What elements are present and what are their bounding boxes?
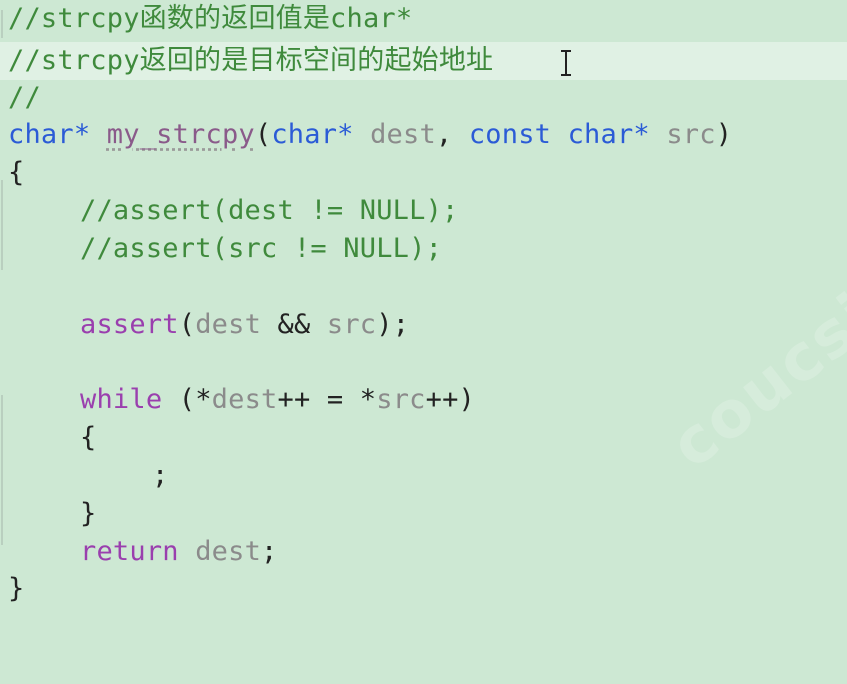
function-call: assert bbox=[80, 309, 179, 340]
close-paren: ) bbox=[715, 119, 733, 150]
close-brace: } bbox=[80, 498, 97, 529]
while-keyword: while bbox=[80, 384, 163, 415]
param-type: char* bbox=[271, 119, 354, 150]
code-line-7[interactable]: //assert(src != NULL); bbox=[0, 230, 442, 268]
open-brace: { bbox=[80, 422, 97, 453]
watermark: coucsio bbox=[657, 250, 847, 484]
code-line-6[interactable]: //assert(dest != NULL); bbox=[0, 192, 458, 230]
close-paren: ); bbox=[376, 309, 410, 340]
code-line-2-current[interactable]: //strcpy返回的是目标空间的起始地址 bbox=[0, 42, 847, 80]
while-statement: while (*dest++ = *src++) bbox=[80, 381, 475, 419]
code-line-15[interactable]: return dest; bbox=[0, 533, 277, 571]
code-line-14[interactable]: } bbox=[0, 495, 96, 533]
open-brace: { bbox=[8, 157, 25, 188]
comment: //strcpy返回的是目标空间的起始地址 bbox=[8, 45, 494, 76]
close-brace: } bbox=[8, 573, 25, 604]
return-statement: return dest; bbox=[80, 533, 278, 571]
function-name[interactable]: my_strcpy bbox=[107, 119, 255, 150]
comment: // bbox=[8, 82, 41, 113]
code-line-1[interactable]: //strcpy函数的返回值是char* bbox=[0, 0, 412, 38]
text-cursor-icon bbox=[561, 50, 571, 76]
empty-statement: ; bbox=[152, 460, 169, 491]
identifier: dest bbox=[211, 384, 278, 415]
code-line-13[interactable]: ; bbox=[0, 457, 168, 495]
param-type: char* bbox=[567, 119, 650, 150]
comma: , bbox=[435, 119, 453, 150]
function-signature: char* my_strcpy(char* dest, const char* … bbox=[8, 116, 732, 154]
open-paren: ( bbox=[178, 309, 196, 340]
assert-statement: assert(dest && src); bbox=[80, 306, 409, 344]
semicolon: ; bbox=[261, 536, 278, 567]
param-name: dest bbox=[370, 119, 436, 150]
identifier: src bbox=[376, 384, 426, 415]
code-line-11[interactable]: while (*dest++ = *src++) bbox=[0, 381, 475, 419]
return-type: char* bbox=[8, 119, 91, 150]
code-line-16[interactable]: } bbox=[0, 570, 66, 608]
operator: ++) bbox=[425, 384, 475, 415]
code-line-12[interactable]: { bbox=[0, 419, 96, 457]
comment: //strcpy函数的返回值是char* bbox=[8, 3, 413, 34]
identifier: src bbox=[326, 309, 377, 340]
open-paren: ( bbox=[254, 119, 272, 150]
code-editor[interactable]: //strcpy函数的返回值是char* //strcpy返回的是目标空间的起始… bbox=[0, 0, 847, 621]
operator: (* bbox=[178, 384, 212, 415]
identifier: dest bbox=[195, 536, 262, 567]
operator: && bbox=[277, 309, 311, 340]
code-line-5[interactable]: { bbox=[0, 154, 66, 192]
code-line-9[interactable]: assert(dest && src); bbox=[0, 306, 409, 344]
param-name: src bbox=[666, 119, 716, 150]
return-keyword: return bbox=[80, 536, 179, 567]
comment: //assert(src != NULL); bbox=[80, 233, 443, 264]
comment: //assert(dest != NULL); bbox=[80, 195, 459, 226]
code-line-3[interactable]: // bbox=[0, 79, 66, 117]
const-keyword: const bbox=[468, 119, 552, 150]
operator: ++ = * bbox=[277, 384, 377, 415]
code-line-4[interactable]: char* my_strcpy(char* dest, const char* … bbox=[0, 116, 732, 154]
identifier: dest bbox=[195, 309, 262, 340]
